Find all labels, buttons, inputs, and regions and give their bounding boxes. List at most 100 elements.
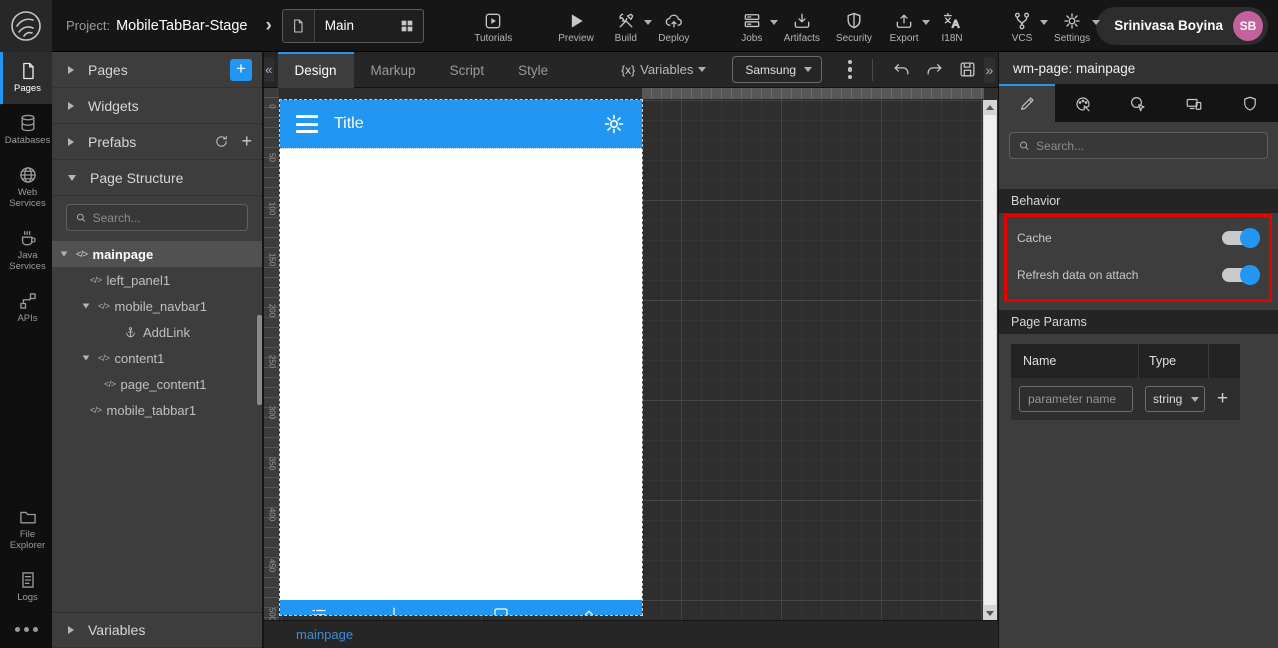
tree-item-content1[interactable]: </> content1 <box>52 345 262 371</box>
page-selector[interactable]: Main <box>281 8 425 43</box>
tutorials-button[interactable]: Tutorials <box>468 4 518 48</box>
scrollbar-thumb[interactable] <box>984 115 996 605</box>
page-structure-search-input[interactable] <box>92 210 239 225</box>
palette-icon <box>1076 97 1090 112</box>
grid-view-icon[interactable] <box>391 18 423 34</box>
tab-script[interactable]: Script <box>433 52 502 88</box>
add-prefab-icon[interactable]: + <box>241 131 252 152</box>
inspector-tabs <box>999 84 1278 122</box>
preview-button[interactable]: Preview <box>552 4 600 48</box>
tab-markup[interactable]: Markup <box>354 52 433 88</box>
artifacts-icon <box>794 13 810 28</box>
section-variables[interactable]: Variables <box>52 612 262 648</box>
add-page-button[interactable]: + <box>230 58 252 81</box>
phone-page-content[interactable] <box>280 148 642 600</box>
phone-navbar[interactable]: Title <box>280 100 642 148</box>
tab-styles[interactable] <box>1055 84 1111 122</box>
tree-item-left-panel1[interactable]: </> left_panel1 <box>52 267 262 293</box>
sidebar-item-databases[interactable]: Databases <box>0 104 52 156</box>
jobs-button[interactable]: Jobs <box>730 4 778 48</box>
properties-search[interactable] <box>1009 132 1268 159</box>
variables-button[interactable]: {x} Variables <box>621 62 707 77</box>
tree-item-page-content1[interactable]: </> page_content1 <box>52 371 262 397</box>
open-pages-bar: mainpage <box>264 620 998 648</box>
param-type-selector[interactable]: string <box>1145 386 1205 412</box>
wavemaker-logo[interactable] <box>0 0 52 52</box>
tab-security[interactable] <box>1222 84 1278 122</box>
sidebar-item-pages[interactable]: Pages <box>0 52 52 104</box>
sidebar-item-file-explorer[interactable]: File Explorer <box>0 498 52 561</box>
refresh-data-toggle[interactable] <box>1222 264 1260 285</box>
tree-item-mobile-navbar1[interactable]: </> mobile_navbar1 <box>52 293 262 319</box>
tab-design[interactable]: Design <box>277 51 354 88</box>
page-structure-tree: </> mainpage </> left_panel1 </> mobile_… <box>52 241 262 423</box>
settings-dropdown-icon[interactable] <box>1092 19 1101 25</box>
section-page-structure[interactable]: Page Structure <box>52 160 262 196</box>
param-name-input[interactable] <box>1019 386 1133 412</box>
name-column-header: Name <box>1011 344 1139 378</box>
sidebar-more-button[interactable] <box>0 613 52 648</box>
build-button[interactable]: Build <box>604 4 652 48</box>
code-icon: </> <box>76 249 88 259</box>
section-pages[interactable]: Pages + <box>52 52 262 88</box>
tree-item-addlink[interactable]: AddLink <box>52 319 262 345</box>
sidebar-item-apis[interactable]: APIs <box>0 282 52 334</box>
deploy-button[interactable]: Deploy <box>652 4 696 48</box>
explorer-scrollbar[interactable] <box>257 315 262 405</box>
add-param-button[interactable]: + <box>1217 388 1228 410</box>
collapsed-caret-icon <box>68 626 74 634</box>
vcs-icon <box>1014 12 1030 29</box>
security-button[interactable]: Security <box>830 4 878 48</box>
section-prefabs[interactable]: Prefabs + <box>52 124 262 160</box>
user-name: Srinivasa Boyina <box>1114 18 1223 33</box>
page-selector-value: Main <box>324 18 355 33</box>
open-page-tab-mainpage[interactable]: mainpage <box>296 627 353 642</box>
param-type-select-input[interactable]: string <box>1146 392 1204 406</box>
user-menu[interactable]: Srinivasa Boyina SB <box>1096 6 1268 45</box>
more-options-button[interactable] <box>842 56 859 84</box>
tab-events[interactable] <box>1111 84 1167 122</box>
cache-toggle[interactable] <box>1222 227 1260 248</box>
tab-style[interactable]: Style <box>501 52 565 88</box>
sidebar-item-web-services[interactable]: Web Services <box>0 156 52 219</box>
canvas-scrollbar[interactable] <box>983 100 997 620</box>
hamburger-menu-icon[interactable] <box>296 115 318 133</box>
tab-properties[interactable] <box>999 84 1055 122</box>
collapse-inspector-button[interactable]: » <box>983 56 995 83</box>
design-canvas[interactable]: 0 50 100 150 200 250 300 350 400 450 500… <box>264 88 998 620</box>
i18n-button[interactable]: A I18N <box>930 4 974 48</box>
vcs-button[interactable]: VCS <box>1000 4 1049 48</box>
collapsed-caret-icon <box>68 137 74 146</box>
export-dropdown-icon[interactable] <box>922 19 931 25</box>
properties-search-input[interactable] <box>1036 138 1259 153</box>
export-button[interactable]: Export <box>882 4 931 48</box>
deploy-icon <box>665 14 682 28</box>
vcs-dropdown-icon[interactable] <box>1040 19 1049 25</box>
device-select-input[interactable]: Samsung Galaxy Note III <box>733 62 821 77</box>
undo-button[interactable] <box>885 57 918 82</box>
section-widgets[interactable]: Widgets <box>52 88 262 124</box>
settings-button[interactable]: Settings <box>1048 4 1101 48</box>
tree-item-mainpage[interactable]: </> mainpage <box>52 241 262 267</box>
collapse-explorer-button[interactable]: « <box>264 57 274 82</box>
scroll-down-arrow[interactable] <box>983 606 997 620</box>
phone-preview[interactable]: Title <box>279 99 643 616</box>
refresh-prefabs-icon[interactable] <box>214 134 229 149</box>
page-structure-search[interactable] <box>66 204 248 231</box>
scroll-up-arrow[interactable] <box>983 100 997 114</box>
tabbar-list-icon <box>310 606 328 615</box>
tab-devices[interactable] <box>1166 84 1222 122</box>
device-selector[interactable]: Samsung Galaxy Note III <box>732 56 822 83</box>
jobs-dropdown-icon[interactable] <box>769 19 778 25</box>
build-dropdown-icon[interactable] <box>643 19 652 25</box>
phone-tabbar[interactable] <box>280 600 642 615</box>
tree-item-mobile-tabbar1[interactable]: </> mobile_tabbar1 <box>52 397 262 423</box>
artifacts-button[interactable]: Artifacts <box>778 4 826 48</box>
phone-settings-gear-icon[interactable] <box>602 112 626 136</box>
sidebar-item-java-services[interactable]: Java Services <box>0 219 52 282</box>
save-button[interactable] <box>951 57 984 82</box>
page-doc-icon <box>282 9 315 42</box>
sidebar-item-logs[interactable]: Logs <box>0 561 52 613</box>
project-breadcrumb: Project: MobileTabBar-Stage <box>66 18 247 34</box>
redo-button[interactable] <box>918 57 951 82</box>
